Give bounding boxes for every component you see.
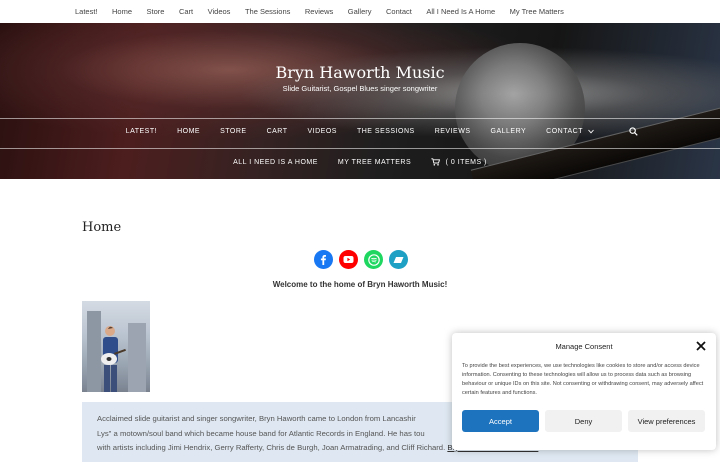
bio-line-3-text: with artists including Jimi Hendrix, Ger… — [97, 443, 448, 452]
main-nav-row-2: ALL I NEED IS A HOME MY TREE MATTERS ( 0… — [0, 158, 720, 166]
facebook-icon[interactable] — [314, 250, 333, 269]
cart-items-label: ( 0 ITEMS ) — [445, 158, 487, 166]
page-title: Home — [82, 220, 122, 235]
nav-divider-top — [0, 118, 720, 119]
main-nav-videos[interactable]: VIDEOS — [308, 128, 337, 135]
search-icon[interactable] — [629, 127, 638, 136]
main-nav-contact[interactable]: CONTACT — [546, 128, 595, 135]
cart-icon — [431, 158, 441, 166]
top-nav-latest[interactable]: Latest! — [75, 7, 98, 16]
main-nav-gallery[interactable]: GALLERY — [491, 128, 527, 135]
nav-divider-middle — [0, 148, 720, 149]
main-nav-contact-label: CONTACT — [546, 128, 583, 135]
consent-buttons: Accept Deny View preferences — [462, 410, 706, 432]
photo-guitarist — [101, 326, 126, 392]
hero-overlay — [0, 23, 720, 179]
main-nav-the-sessions[interactable]: THE SESSIONS — [357, 128, 415, 135]
top-nav-the-sessions[interactable]: The Sessions — [245, 7, 290, 16]
hero-header: Bryn Haworth Music Slide Guitarist, Gosp… — [0, 23, 720, 179]
accept-button[interactable]: Accept — [462, 410, 539, 432]
consent-title: Manage Consent — [555, 342, 613, 351]
close-icon[interactable] — [696, 341, 706, 351]
top-nav-videos[interactable]: Videos — [208, 7, 231, 16]
welcome-text: Welcome to the home of Bryn Haworth Musi… — [272, 280, 448, 289]
chevron-down-icon — [588, 129, 595, 134]
main-nav-cart-items[interactable]: ( 0 ITEMS ) — [431, 158, 487, 166]
main-nav-reviews[interactable]: REVIEWS — [435, 128, 471, 135]
top-nav-gallery[interactable]: Gallery — [348, 7, 372, 16]
site-title[interactable]: Bryn Haworth Music — [0, 63, 720, 82]
main-nav-cart[interactable]: CART — [267, 128, 288, 135]
main-nav-latest[interactable]: LATEST! — [126, 128, 157, 135]
top-utility-nav: Latest! Home Store Cart Videos The Sessi… — [0, 0, 720, 23]
top-nav-my-tree-matters[interactable]: My Tree Matters — [510, 7, 564, 16]
artist-photo — [82, 301, 150, 392]
cookie-consent-dialog: Manage Consent To provide the best exper… — [452, 333, 716, 450]
main-nav-row-1: LATEST! HOME STORE CART VIDEOS THE SESSI… — [0, 128, 720, 135]
top-nav-reviews[interactable]: Reviews — [305, 7, 333, 16]
photo-building-right — [128, 323, 146, 392]
view-preferences-button[interactable]: View preferences — [628, 410, 705, 432]
main-nav-home[interactable]: HOME — [177, 128, 200, 135]
top-nav-home[interactable]: Home — [112, 7, 132, 16]
spotify-icon[interactable] — [364, 250, 383, 269]
site-tagline: Slide Guitarist, Gospel Blues singer son… — [282, 84, 438, 93]
youtube-icon[interactable] — [339, 250, 358, 269]
social-links — [314, 250, 408, 269]
bandcamp-icon[interactable] — [389, 250, 408, 269]
main-nav-my-tree-matters[interactable]: MY TREE MATTERS — [338, 159, 411, 166]
top-nav-contact[interactable]: Contact — [386, 7, 412, 16]
top-nav-cart[interactable]: Cart — [179, 7, 193, 16]
top-nav-all-i-need-is-a-home[interactable]: All I Need Is A Home — [426, 7, 495, 16]
consent-description: To provide the best experiences, we use … — [462, 363, 704, 396]
top-nav-store[interactable]: Store — [147, 7, 165, 16]
main-nav-all-i-need-is-a-home[interactable]: ALL I NEED IS A HOME — [233, 159, 318, 166]
main-nav-store[interactable]: STORE — [220, 128, 247, 135]
deny-button[interactable]: Deny — [545, 410, 622, 432]
